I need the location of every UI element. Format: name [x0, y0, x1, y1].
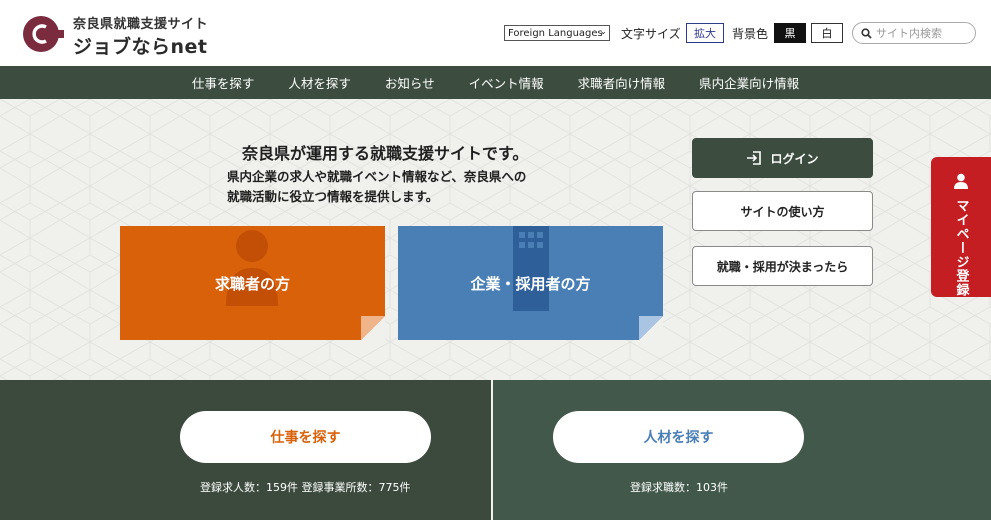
- hero-description-line1: 県内企業の求人や就職イベント情報など、奈良県への: [227, 169, 527, 184]
- search-placeholder: サイト内検索: [876, 27, 942, 40]
- login-icon: [746, 151, 762, 165]
- jobseeker-card-label: 求職者の方: [214, 274, 290, 293]
- language-select[interactable]: Foreign Languages ⌄: [504, 25, 610, 41]
- job-stats: 登録求人数：159件 登録事業所数：775件: [200, 481, 411, 494]
- language-select-value: Foreign Languages: [508, 27, 603, 39]
- bg-color-label: 背景色: [732, 27, 769, 41]
- site-header: 奈良県就職支援サイト ジョブならnet Foreign Languages ⌄ …: [0, 0, 991, 66]
- login-label: ログイン: [770, 151, 819, 166]
- search-icon: [861, 24, 872, 43]
- site-name[interactable]: ジョブならnet: [73, 32, 208, 59]
- enlarge-button[interactable]: 拡大: [686, 23, 724, 43]
- mypage-register-label: マイページ登録: [953, 199, 969, 297]
- howto-button[interactable]: サイトの使い方: [692, 191, 873, 231]
- find-talent-panel: 人材を探す 登録求職数：103件: [493, 380, 991, 520]
- nav-news[interactable]: お知らせ: [368, 73, 452, 92]
- person-icon: [226, 230, 278, 306]
- search-input[interactable]: サイト内検索: [852, 22, 976, 44]
- employer-card[interactable]: 企業・採用者の方: [398, 226, 663, 340]
- user-icon: [954, 173, 968, 193]
- talent-stats: 登録求職数：103件: [630, 481, 728, 494]
- site-subtitle: 奈良県就職支援サイト: [73, 17, 209, 32]
- mypage-register-tab[interactable]: マイページ登録: [931, 157, 991, 297]
- chevron-down-icon: ⌄: [599, 27, 607, 37]
- bg-black-button[interactable]: 黒: [774, 23, 806, 43]
- nav-events[interactable]: イベント情報: [452, 73, 561, 92]
- jobseeker-card[interactable]: 求職者の方: [120, 226, 385, 340]
- nav-company-info[interactable]: 県内企業向け情報: [682, 73, 816, 92]
- building-icon: [513, 226, 549, 311]
- bg-white-button[interactable]: 白: [811, 23, 843, 43]
- hero-title: 奈良県が運用する就職支援サイトです。: [242, 144, 529, 163]
- nav-find-job[interactable]: 仕事を探す: [175, 73, 272, 92]
- hero-description: 県内企業の求人や就職イベント情報など、奈良県への 就職活動に役立つ情報を提供しま…: [227, 167, 526, 207]
- employer-card-label: 企業・採用者の方: [470, 274, 591, 293]
- find-job-button[interactable]: 仕事を探す: [180, 411, 431, 463]
- font-size-label: 文字サイズ: [621, 27, 681, 41]
- logo-icon[interactable]: [22, 15, 66, 53]
- hero-section: 奈良県が運用する就職支援サイトです。 県内企業の求人や就職イベント情報など、奈良…: [0, 99, 991, 380]
- nav-jobseeker-info[interactable]: 求職者向け情報: [561, 73, 683, 92]
- nav-find-talent[interactable]: 人材を探す: [271, 73, 368, 92]
- hired-report-button[interactable]: 就職・採用が決まったら: [692, 246, 873, 286]
- find-talent-button[interactable]: 人材を探す: [553, 411, 804, 463]
- main-nav: 仕事を探す 人材を探す お知らせ イベント情報 求職者向け情報 県内企業向け情報: [0, 66, 991, 99]
- login-button[interactable]: ログイン: [692, 138, 873, 178]
- card-fold-corner: [639, 316, 663, 340]
- card-fold-corner: [361, 316, 385, 340]
- find-job-panel: 仕事を探す 登録求人数：159件 登録事業所数：775件: [0, 380, 491, 520]
- hero-description-line2: 就職活動に役立つ情報を提供します。: [227, 189, 439, 204]
